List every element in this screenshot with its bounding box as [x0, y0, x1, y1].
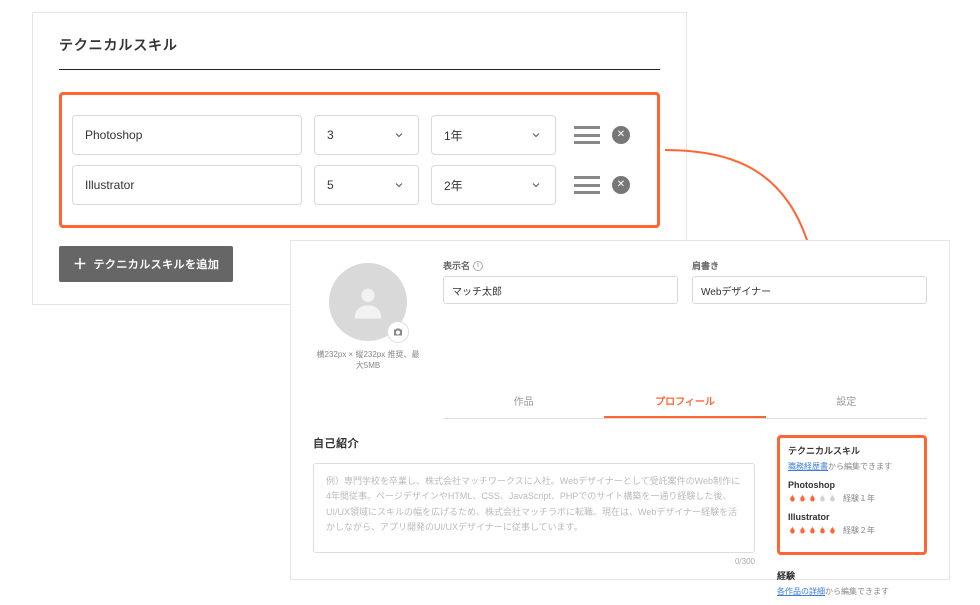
tech-skill-row: 経験２年	[788, 525, 916, 536]
tech-skill-name: Illustrator	[788, 512, 916, 522]
skill-level-select[interactable]: 3	[314, 115, 419, 155]
drag-handle-icon[interactable]	[574, 126, 600, 144]
skill-years-value: 2年	[444, 177, 463, 194]
plus-icon: ＋	[73, 257, 87, 271]
tech-skill-item: Photoshop 経験１年	[788, 480, 916, 504]
skill-name-value: Illustrator	[85, 178, 134, 192]
chevron-down-icon	[529, 178, 543, 192]
chevron-down-icon	[529, 128, 543, 142]
tech-sub-rest: から編集できます	[828, 462, 892, 471]
technical-skill-preview-highlight: テクニカルスキル 職務経歴書から編集できます Photoshop 経験１年 Il…	[777, 435, 927, 555]
skill-row: Photoshop 3 1年 ✕	[72, 115, 647, 155]
drag-handle-icon[interactable]	[574, 176, 600, 194]
chevron-down-icon	[392, 128, 406, 142]
skill-name-value: Photoshop	[85, 128, 142, 142]
name-fields: 表示名 i マッチ太郎 肩書き Webデザイナー	[443, 259, 927, 371]
display-name-input[interactable]: マッチ太郎	[443, 276, 678, 304]
skill-name-input[interactable]: Illustrator	[72, 165, 302, 205]
title-value: Webデザイナー	[701, 283, 771, 298]
skill-years-select[interactable]: 2年	[431, 165, 556, 205]
display-name-group: 表示名 i マッチ太郎	[443, 259, 678, 371]
remove-skill-button[interactable]: ✕	[612, 126, 630, 144]
bio-counter: 0/300	[313, 557, 755, 566]
resume-link[interactable]: 職務経歴書	[788, 462, 828, 471]
skill-level-flames	[788, 525, 837, 536]
close-icon: ✕	[617, 130, 625, 140]
skill-level-flames	[788, 493, 837, 504]
skill-level-select[interactable]: 5	[314, 165, 419, 205]
tab-profile[interactable]: プロフィール	[604, 385, 765, 418]
chevron-down-icon	[392, 178, 406, 192]
bio-column: 自己紹介 例）専門学校を卒業し、株式会社マッチワークスに入社。Webデザイナーと…	[313, 435, 755, 605]
bio-textarea[interactable]: 例）専門学校を卒業し、株式会社マッチワークスに入社。Webデザイナーとして受託案…	[313, 463, 755, 553]
tech-heading: テクニカルスキル	[788, 444, 916, 457]
add-skill-button[interactable]: ＋ テクニカルスキルを追加	[59, 246, 233, 282]
avatar[interactable]	[329, 263, 407, 341]
skill-name-input[interactable]: Photoshop	[72, 115, 302, 155]
profile-preview-card: 横232px × 縦232px 推奨、最大5MB 表示名 i マッチ太郎 肩書き…	[290, 240, 950, 580]
display-name-label-text: 表示名	[443, 259, 470, 272]
tab-works[interactable]: 作品	[443, 385, 604, 418]
title-label: 肩書き	[692, 259, 927, 272]
skill-level-value: 5	[327, 178, 334, 192]
camera-icon[interactable]	[387, 321, 409, 343]
profile-body: 自己紹介 例）専門学校を卒業し、株式会社マッチワークスに入社。Webデザイナーと…	[313, 435, 927, 605]
add-skill-label: テクニカルスキルを追加	[93, 256, 219, 272]
tab-settings[interactable]: 設定	[766, 385, 927, 418]
info-icon[interactable]: i	[473, 261, 483, 271]
tech-skill-item: Illustrator 経験２年	[788, 512, 916, 536]
tech-skill-years: 経験１年	[843, 493, 875, 504]
tech-skill-years: 経験２年	[843, 525, 875, 536]
skill-years-value: 1年	[444, 127, 463, 144]
tech-skill-name: Photoshop	[788, 480, 916, 490]
profile-side-column: テクニカルスキル 職務経歴書から編集できます Photoshop 経験１年 Il…	[777, 435, 927, 605]
close-icon: ✕	[617, 180, 625, 190]
display-name-label: 表示名 i	[443, 259, 678, 272]
profile-tabs: 作品 プロフィール 設定	[443, 385, 927, 419]
person-icon	[348, 282, 388, 322]
title-group: 肩書き Webデザイナー	[692, 259, 927, 371]
skill-row: Illustrator 5 2年 ✕	[72, 165, 647, 205]
editor-title: テクニカルスキル	[59, 35, 660, 55]
avatar-caption: 横232px × 縦232px 推奨、最大5MB	[313, 349, 423, 371]
title-input[interactable]: Webデザイナー	[692, 276, 927, 304]
avatar-column: 横232px × 縦232px 推奨、最大5MB	[313, 259, 423, 371]
exp-heading: 経験	[777, 569, 927, 582]
skill-level-value: 3	[327, 128, 334, 142]
remove-skill-button[interactable]: ✕	[612, 176, 630, 194]
experience-block: 経験 各作品の詳細から編集できます	[777, 569, 927, 597]
skill-years-select[interactable]: 1年	[431, 115, 556, 155]
tech-skill-row: 経験１年	[788, 493, 916, 504]
skill-rows-highlight: Photoshop 3 1年 ✕	[59, 92, 660, 228]
divider	[59, 69, 660, 70]
preview-header: 横232px × 縦232px 推奨、最大5MB 表示名 i マッチ太郎 肩書き…	[313, 259, 927, 371]
tech-sub: 職務経歴書から編集できます	[788, 461, 916, 472]
display-name-value: マッチ太郎	[452, 283, 502, 298]
bio-heading: 自己紹介	[313, 435, 755, 451]
